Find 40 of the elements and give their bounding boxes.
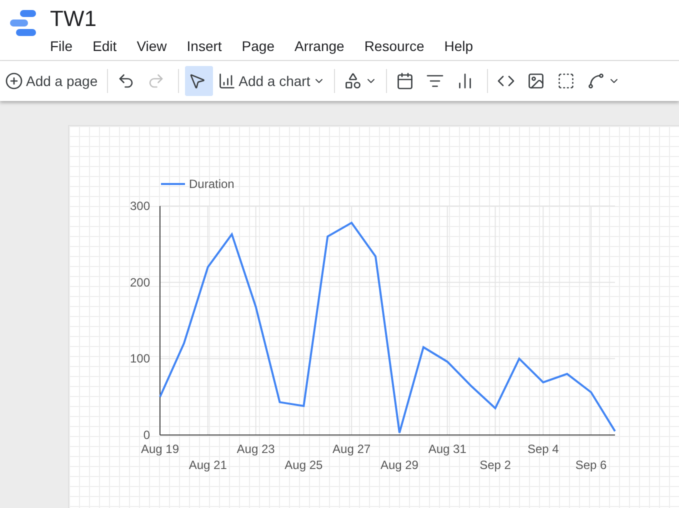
- x-tick-label: Aug 29: [380, 458, 418, 472]
- x-tick-label: Aug 27: [332, 442, 371, 456]
- undo-icon: [116, 72, 135, 90]
- text-box-icon: [557, 72, 576, 90]
- y-tick-label: 300: [130, 199, 150, 213]
- x-tick-label: Sep 4: [527, 442, 559, 456]
- add-chart-button[interactable]: Add a chart: [214, 66, 328, 96]
- x-tick-label: Aug 25: [284, 458, 323, 472]
- report-title: TW1: [50, 8, 98, 30]
- image-icon: [527, 72, 546, 90]
- filter-icon: [426, 72, 444, 90]
- menu-item[interactable]: View: [126, 36, 177, 56]
- redo-icon: [146, 72, 165, 90]
- x-tick-label: Aug 21: [188, 458, 227, 472]
- y-tick-label: 200: [130, 275, 150, 290]
- x-tick-label: Sep 6: [575, 458, 607, 472]
- calendar-icon: [396, 72, 414, 90]
- x-tick-label: Aug 23: [236, 442, 275, 456]
- x-tick-label: Aug 31: [428, 442, 466, 456]
- menu-item[interactable]: Help: [434, 36, 484, 56]
- menu-item[interactable]: Resource: [354, 36, 434, 56]
- plus-circle-icon: [5, 72, 23, 90]
- pointer-icon: [188, 72, 206, 90]
- chart-plus-icon: [218, 72, 236, 90]
- menu-item[interactable]: Edit: [82, 36, 127, 56]
- line-icon: [587, 72, 606, 90]
- legend-label: Duration: [189, 177, 234, 191]
- x-tick-label: Sep 2: [480, 458, 511, 472]
- logo-icon: [8, 8, 38, 38]
- add-page-button[interactable]: Add a page: [2, 66, 101, 96]
- select-tool-button[interactable]: [184, 66, 213, 96]
- legend-line: [161, 183, 185, 185]
- x-tick-label: Aug 19: [140, 442, 180, 456]
- y-tick-label: 0: [143, 428, 150, 442]
- menu-item[interactable]: File: [40, 36, 83, 56]
- menu-item[interactable]: Insert: [176, 36, 232, 56]
- menu-item[interactable]: Page: [232, 36, 284, 56]
- menu-item[interactable]: Arrange: [284, 36, 354, 56]
- y-tick-label: 100: [130, 352, 150, 366]
- shapes-icon: [344, 72, 362, 90]
